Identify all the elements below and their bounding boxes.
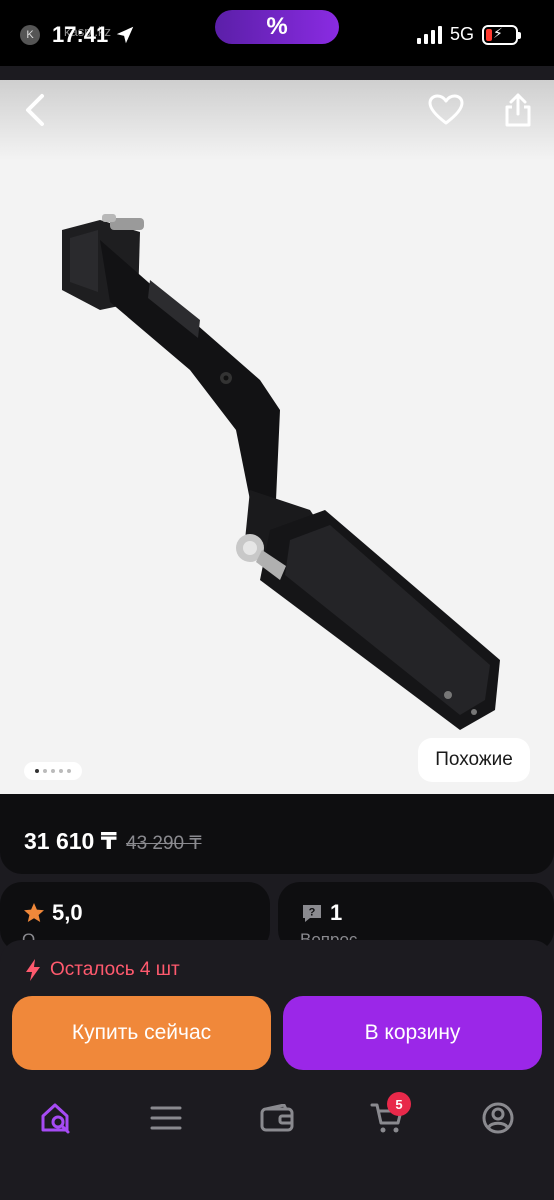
- share-button[interactable]: [496, 88, 540, 132]
- gallery-pagination: [24, 762, 82, 780]
- app-icon: K: [20, 25, 40, 45]
- home-search-icon: [41, 1103, 70, 1134]
- stock-indicator: Осталось 4 шт: [24, 958, 180, 982]
- rating-value-row: 5,0: [22, 900, 83, 926]
- favorite-button[interactable]: [424, 88, 468, 132]
- profile-icon: [482, 1102, 514, 1134]
- promo-pill[interactable]: %: [215, 10, 339, 44]
- share-icon: [505, 93, 531, 127]
- star-icon: [24, 903, 44, 922]
- pagination-dot: [43, 769, 47, 773]
- watermark-text: kaspi.kz: [64, 24, 111, 39]
- pagination-dot-active: [35, 769, 39, 773]
- menu-icon: [150, 1106, 182, 1130]
- tab-wallet[interactable]: [249, 1098, 305, 1138]
- battery-icon: ⚡: [482, 24, 521, 45]
- stock-text: Осталось 4 шт: [50, 959, 180, 980]
- question-bubble-icon: ?: [303, 905, 321, 922]
- product-image: [62, 214, 500, 730]
- tab-home-search[interactable]: [28, 1098, 84, 1138]
- buy-now-button[interactable]: Купить сейчас: [12, 996, 271, 1070]
- lightning-icon: [26, 959, 40, 981]
- status-right: 5G ⚡: [416, 24, 521, 45]
- purchase-action-sheet: Осталось 4 шт Купить сейчас В корзину: [0, 940, 554, 1080]
- product-gallery[interactable]: Похожие: [0, 80, 554, 794]
- questions-value-row: ? 1: [300, 900, 342, 926]
- cart-badge: 5: [387, 1092, 411, 1116]
- network-type: 5G: [449, 24, 474, 44]
- wallet-icon: [260, 1104, 294, 1132]
- old-price: 43 290 ₸: [126, 833, 202, 854]
- tab-catalog[interactable]: [138, 1098, 194, 1138]
- price-card: 31 610 ₸ 43 290 ₸: [0, 794, 554, 874]
- current-price: 31 610 ₸: [24, 828, 117, 854]
- similar-products-button[interactable]: Похожие: [418, 738, 530, 782]
- svg-text:?: ?: [309, 907, 316, 919]
- percent-icon: %: [266, 13, 288, 40]
- heart-icon: [428, 94, 464, 125]
- tab-profile[interactable]: [470, 1098, 526, 1138]
- add-to-cart-button[interactable]: В корзину: [283, 996, 542, 1070]
- location-arrow-icon: [117, 26, 134, 44]
- back-button[interactable]: [14, 88, 58, 132]
- questions-count: 1: [330, 900, 343, 925]
- chevron-left-icon: [26, 94, 44, 126]
- status-bar: K kaspi.kz 17:41 % 5G ⚡: [0, 0, 554, 66]
- bottom-tab-bar: 5: [0, 1080, 554, 1200]
- tab-cart[interactable]: 5: [359, 1092, 415, 1138]
- signal-icon: [416, 25, 442, 44]
- pagination-dot: [67, 769, 71, 773]
- status-left: K kaspi.kz 17:41: [20, 22, 136, 48]
- pagination-dot: [59, 769, 63, 773]
- rating-value: 5,0: [52, 900, 83, 925]
- pagination-dot: [51, 769, 55, 773]
